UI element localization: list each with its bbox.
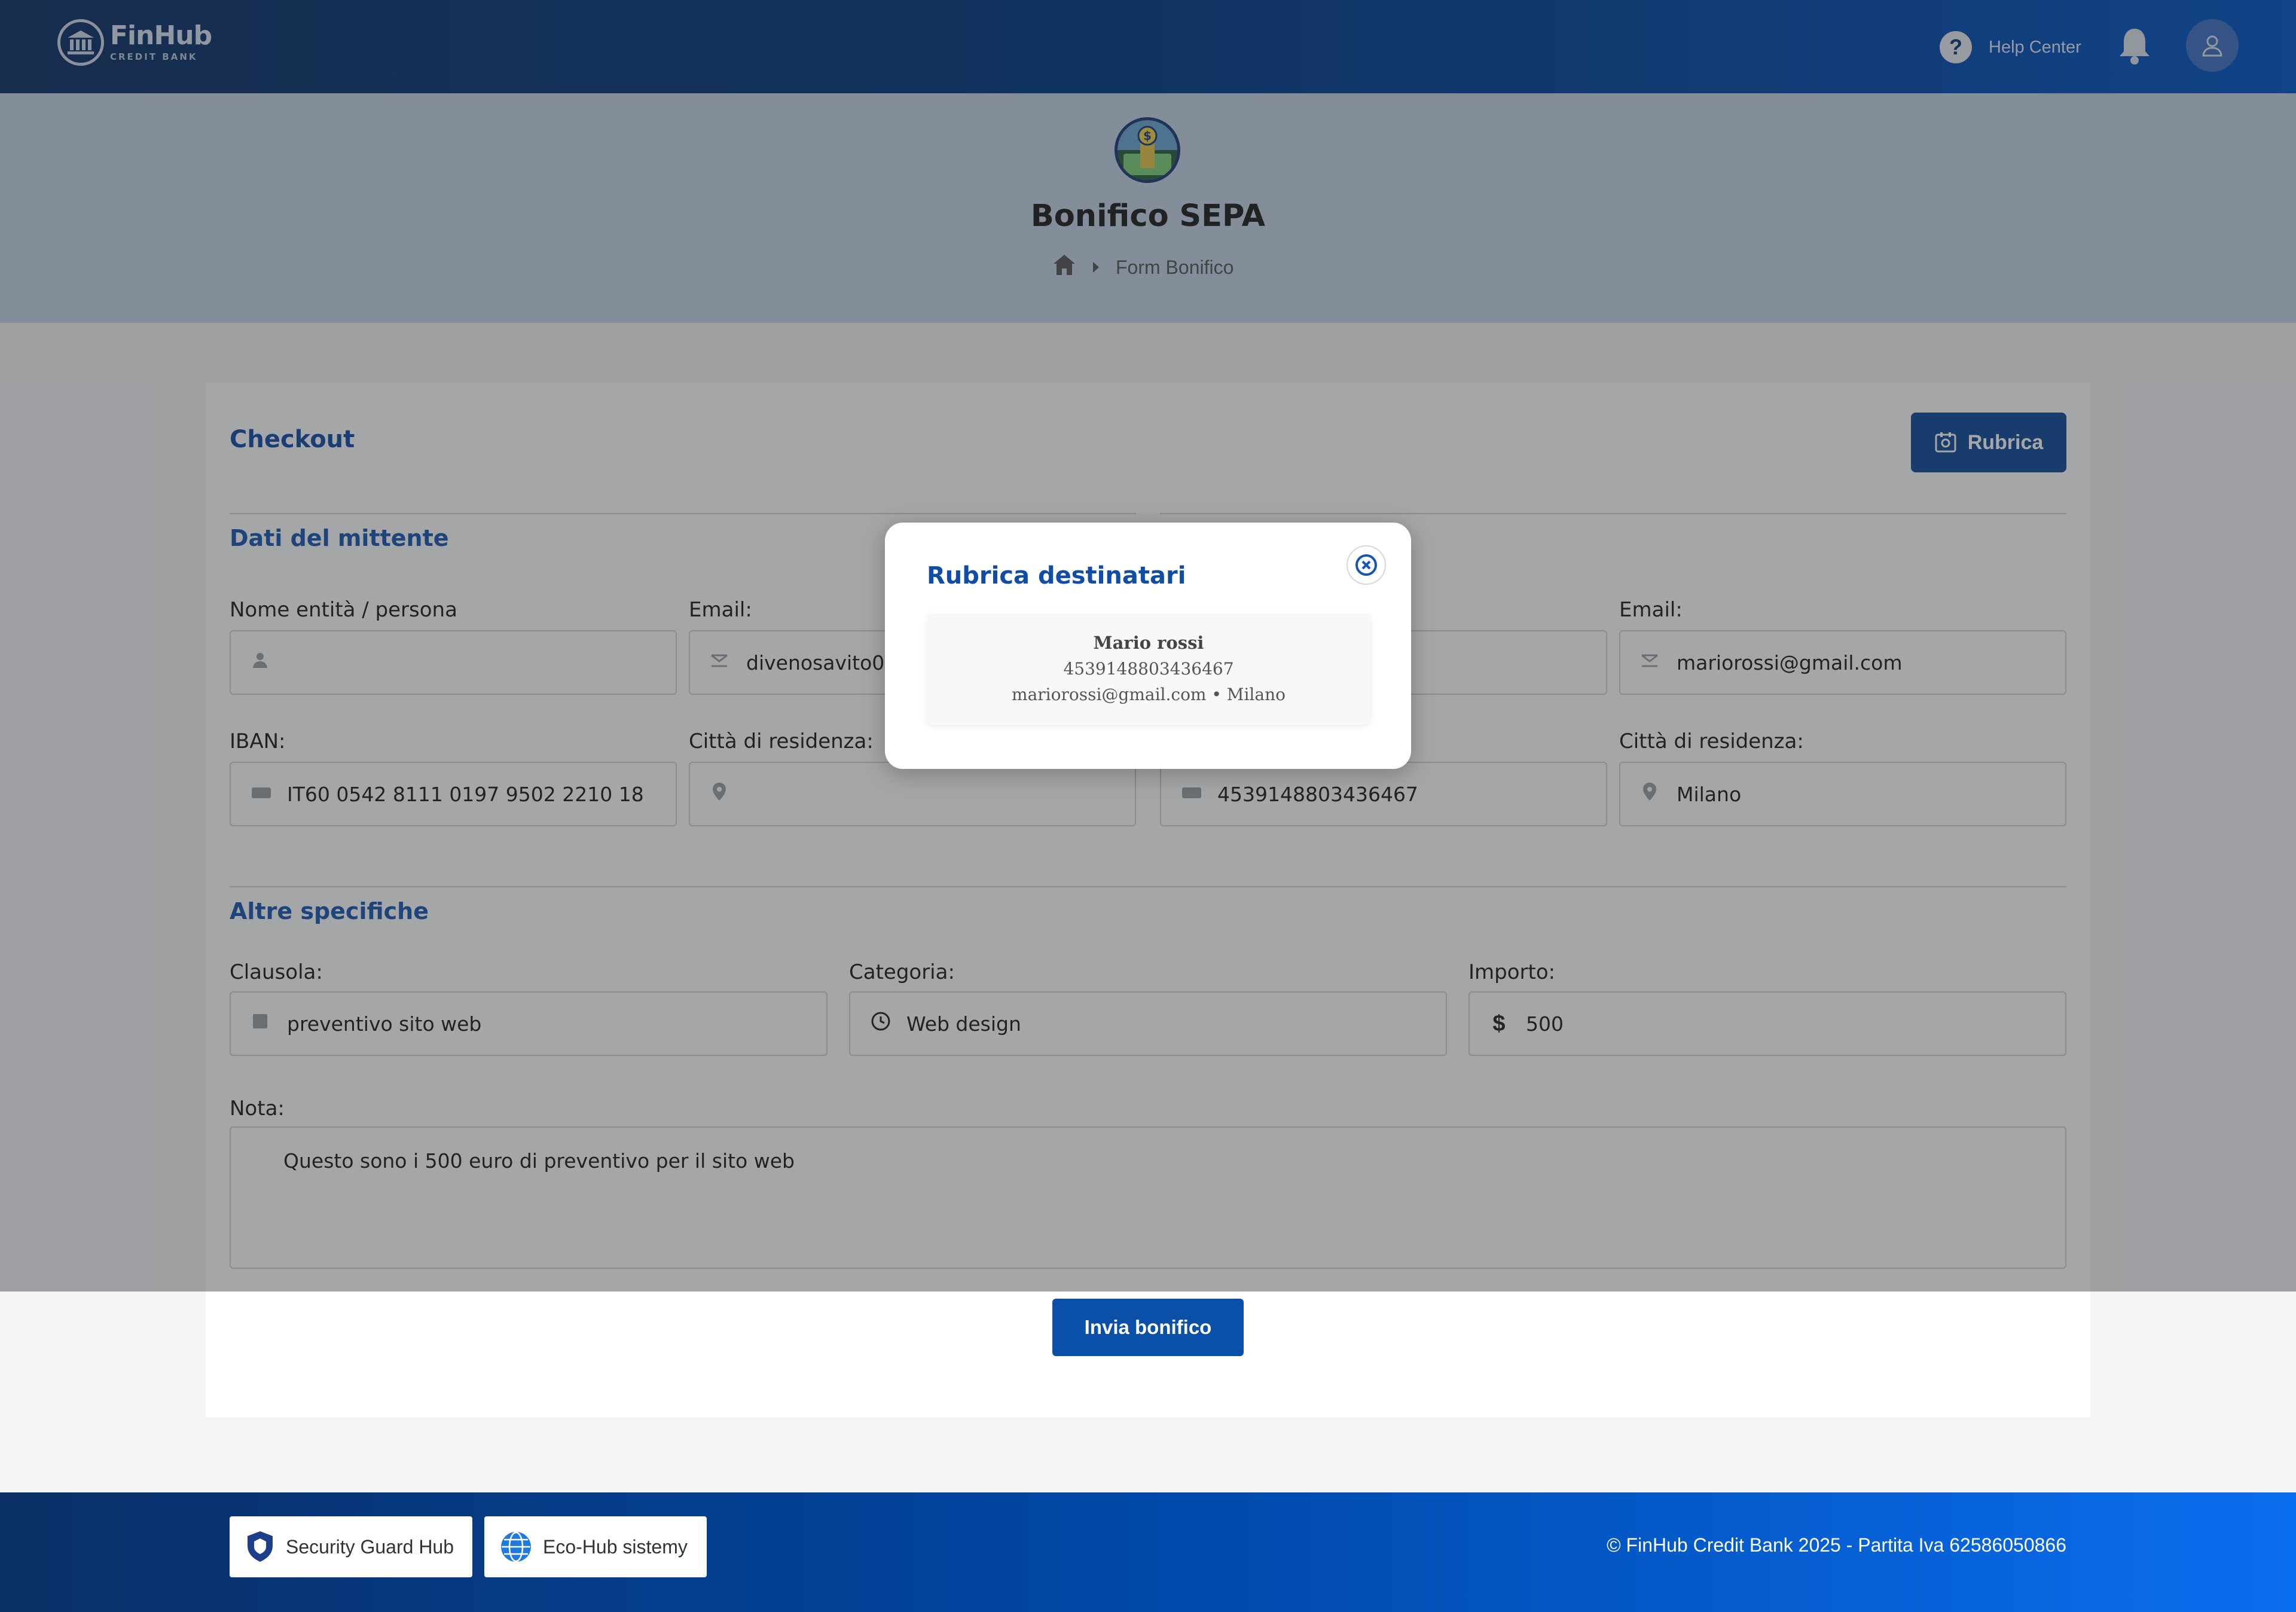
contact-details: mariorossi@gmail.com • Milano [1012, 685, 1286, 704]
close-icon [1355, 554, 1377, 576]
globe-icon [501, 1531, 531, 1562]
copyright-text: © FinHub Credit Bank 2025 - Partita Iva … [1607, 1534, 2066, 1556]
contact-name: Mario rossi [1093, 633, 1204, 653]
contact-card[interactable]: Mario rossi 4539148803436467 mariorossi@… [927, 613, 1370, 725]
close-button[interactable] [1347, 545, 1386, 585]
submit-button[interactable]: Invia bonifico [1052, 1299, 1244, 1356]
contact-iban: 4539148803436467 [1063, 659, 1234, 679]
security-guard-badge[interactable]: Security Guard Hub [230, 1516, 472, 1577]
eco-hub-label: Eco-Hub sistemy [543, 1535, 688, 1558]
security-guard-label: Security Guard Hub [286, 1535, 454, 1558]
eco-hub-badge[interactable]: Eco-Hub sistemy [484, 1516, 707, 1577]
modal-title: Rubrica destinatari [927, 562, 1186, 590]
shield-icon [248, 1531, 273, 1562]
